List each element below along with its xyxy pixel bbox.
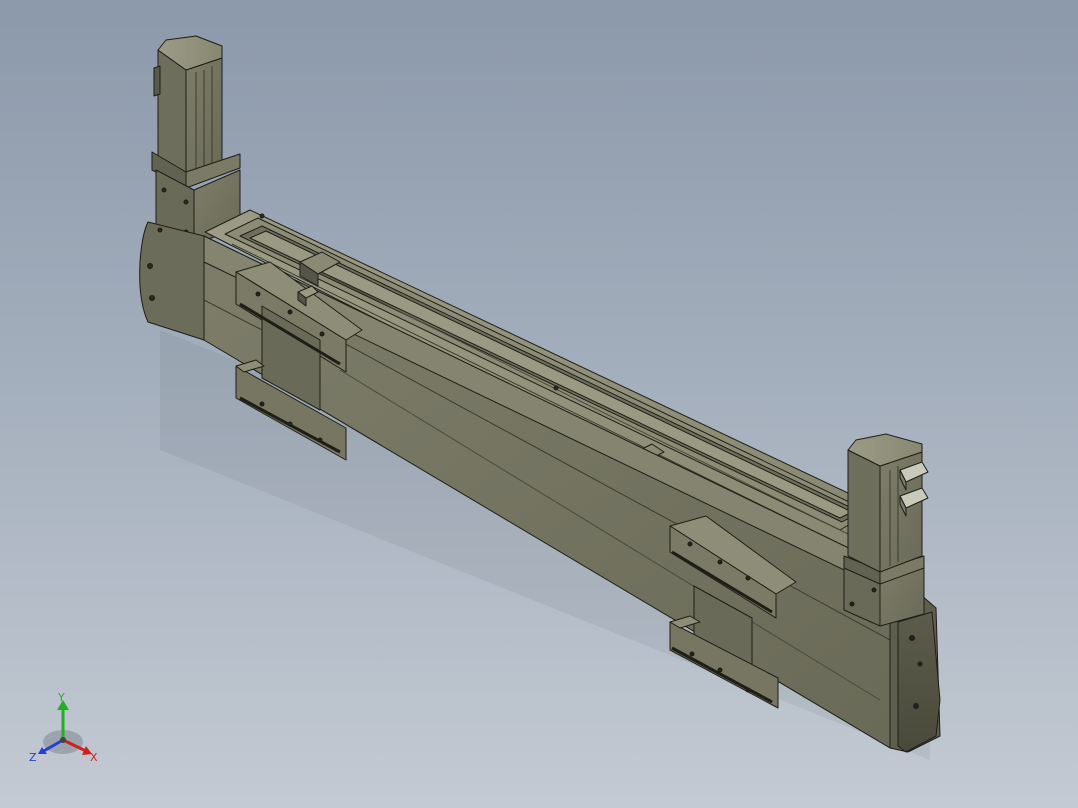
graphics-viewport[interactable]: Y X Z	[0, 0, 1078, 808]
x-axis-label: X	[90, 751, 98, 764]
linear-actuator-model[interactable]	[0, 0, 1078, 808]
right-servo-motor	[843, 433, 929, 627]
left-servo-motor	[151, 35, 241, 245]
y-axis-label: Y	[58, 691, 65, 704]
coordinate-triad-icon[interactable]: Y X Z	[28, 692, 108, 772]
z-axis-label: Z	[29, 751, 37, 764]
